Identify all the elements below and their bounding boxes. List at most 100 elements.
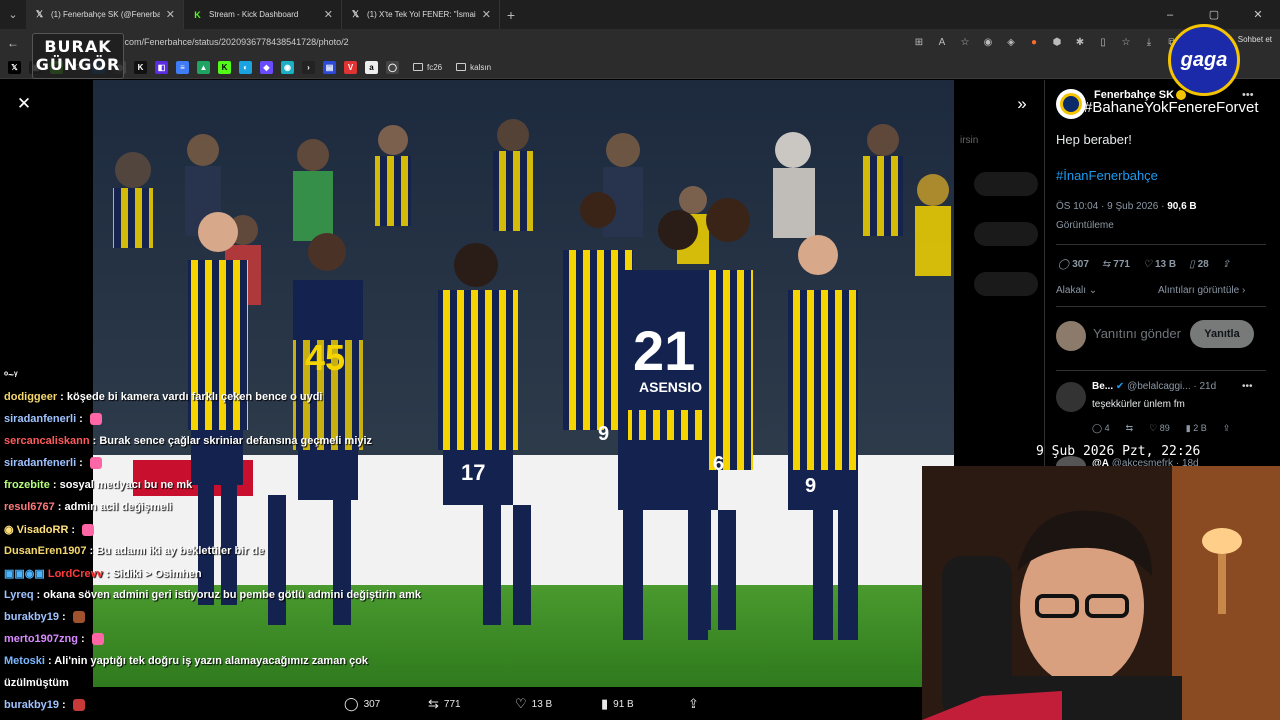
folder-label: fc26 (427, 62, 443, 72)
bookmark-folder-fc26[interactable]: fc26 (413, 63, 442, 72)
tweet-hashtag[interactable]: #İnanFenerbahçe (1056, 168, 1158, 183)
chat-message: burakby19: (4, 699, 85, 712)
jersey-name: ASENSIO (639, 379, 702, 395)
tab-list-chevron-icon[interactable]: ⌄ (0, 0, 26, 29)
bookmark-icon[interactable]: ◉ (281, 60, 294, 74)
separator: · (1190, 381, 1200, 392)
more-options-icon[interactable]: ••• (1242, 381, 1253, 392)
chat-message: burakby19: (4, 611, 85, 624)
x-bookmark-icon[interactable]: 𝕏 (8, 60, 21, 74)
reply-comment-stat[interactable]: ◯ 4 (1092, 423, 1110, 434)
tab-tek-yol-fener[interactable]: 𝕏 (1) X'te Tek Yol FENER: "İsmail Yük ✕ (342, 0, 500, 29)
downloads-icon[interactable]: ⤓ (1142, 36, 1156, 50)
more-options-icon[interactable]: ••• (1242, 89, 1254, 101)
bookmark-icon[interactable]: ◐ (239, 60, 252, 74)
kick-bookmark-icon[interactable]: K (218, 60, 231, 74)
chat-text: Bu adamı iki ay beklettiler bir de (96, 545, 265, 557)
new-tab-button[interactable]: + (500, 7, 522, 23)
close-media-button[interactable]: ✕ (12, 92, 36, 116)
chevron-right-icon: › (1239, 285, 1246, 296)
chat-message: dodiggeer: köşede bi kamera vardı farklı… (4, 391, 323, 403)
chat-username: siradanfenerli (4, 413, 77, 425)
extension-icon[interactable]: ◉ (981, 36, 995, 50)
view-quotes-link[interactable]: Alıntıları görüntüle › (1158, 285, 1245, 296)
bookmark-icon[interactable]: › (302, 60, 315, 74)
chat-text: admin acil değişmeli (64, 501, 173, 513)
share-stat[interactable]: ⇪ (1222, 259, 1230, 270)
reply-stat[interactable]: ◯ 307 (1058, 259, 1089, 270)
emote-icon (72, 699, 85, 712)
reply-input[interactable]: Yanıtını gönder (1093, 326, 1183, 342)
close-window-icon[interactable]: ✕ (1236, 0, 1280, 29)
background-follow-pill (974, 222, 1038, 246)
share-action[interactable]: ⇪ (688, 696, 699, 712)
bookmark-icon[interactable]: ◯ (386, 60, 399, 74)
chat-username: dodiggeer (4, 391, 58, 403)
bookmark-count: 28 (1197, 259, 1209, 270)
amazon-icon[interactable]: a (365, 60, 378, 74)
bookmark-icon[interactable]: ◆ (260, 60, 273, 74)
fenerbahce-crest-icon (1060, 93, 1082, 115)
repost-stat[interactable]: ⇆ 771 (1102, 259, 1130, 270)
bookmark-icon[interactable]: ▤ (323, 60, 336, 74)
author-handle[interactable]: #BahaneYokFenereForvet (1084, 99, 1259, 116)
tweet-time[interactable]: ÖS 10:04 · 9 Şub 2026 · (1056, 201, 1167, 212)
copilot-chat-button[interactable]: Sohbet et (1238, 35, 1272, 44)
reply-button[interactable]: Yanıtla (1190, 320, 1254, 348)
reply-action[interactable]: ◯ 307 (344, 696, 380, 712)
extension-icon[interactable]: ⬢ (1050, 36, 1064, 50)
views-action[interactable]: ▮ 91 B (601, 696, 634, 712)
share-icon[interactable]: ⇪ (1223, 423, 1231, 434)
bookmark-folder-kalsin[interactable]: kalsın (456, 63, 491, 72)
repost-icon: ⇆ (428, 696, 439, 711)
favorites-icon[interactable]: ☆ (1119, 36, 1133, 50)
background-ghost-text: irsin (960, 135, 979, 146)
reply-author[interactable]: Be... ✔ @belalcaggi... · 21d (1092, 381, 1216, 392)
chat-username: ᵒ~ᵞ (4, 370, 18, 381)
chat-message: ◉ VisadoRR: (4, 523, 95, 537)
reply-like-stat[interactable]: ♡ 89 (1149, 423, 1170, 434)
chat-text: sosyal medyacı bu ne mk (59, 479, 193, 491)
split-view-icon[interactable]: ▯ (1096, 36, 1110, 50)
close-icon[interactable]: ✕ (166, 8, 175, 21)
minimize-icon[interactable]: – (1148, 0, 1192, 29)
reply-views-stat[interactable]: ▮ 2 B (1186, 423, 1207, 434)
close-icon[interactable]: ✕ (482, 8, 491, 21)
avatar[interactable] (1056, 89, 1086, 119)
kick-icon: K (194, 9, 201, 20)
tab-kick-dashboard[interactable]: K Stream - Kick Dashboard ✕ (184, 0, 342, 29)
tweet-meta: ÖS 10:04 · 9 Şub 2026 · 90,6 B (1056, 201, 1197, 212)
bookmark-icon[interactable]: ◧ (155, 60, 168, 74)
jersey-number: 45 (305, 337, 345, 378)
repost-action[interactable]: ⇆ 771 (428, 696, 461, 712)
chat-username: merto1907zng (4, 633, 78, 645)
sort-relevant-dropdown[interactable]: Alakalı ⌄ (1056, 285, 1097, 296)
tab-fenerbahce[interactable]: 𝕏 (1) Fenerbahçe SK (@Fenerbahçe) ✕ (26, 0, 184, 29)
extension-icon[interactable]: ◈ (1004, 36, 1018, 50)
read-aloud-icon[interactable]: A (935, 36, 949, 50)
bookmark-icon[interactable]: K (134, 60, 147, 74)
toggle-sidebar-button[interactable]: » (1010, 92, 1034, 116)
chat-message: ᵒ~ᵞ (4, 370, 21, 381)
extensions-puzzle-icon[interactable]: ✱ (1073, 36, 1087, 50)
extension-icon[interactable]: ● (1027, 36, 1041, 50)
like-action[interactable]: ♡ 13 B (515, 696, 552, 712)
chat-username: frozebite (4, 479, 50, 491)
favorite-star-icon[interactable]: ☆ (958, 36, 972, 50)
url-field[interactable]: .com/Fenerbahce/status/20209367784385417… (122, 33, 962, 52)
reply-repost-stat[interactable]: ⇆ (1126, 423, 1134, 434)
reply-stats: ◯ 4 ⇆ ♡ 89 ▮ 2 B ⇪ (1092, 423, 1230, 434)
docs-icon[interactable]: ≡ (176, 60, 189, 74)
bookmark-stat[interactable]: ▯ 28 (1189, 259, 1209, 270)
back-icon[interactable]: ← (0, 36, 26, 50)
webcam-overlay (922, 466, 1280, 720)
drive-icon[interactable]: ▲ (197, 60, 210, 74)
shorts-number: 9 (598, 423, 609, 445)
my-avatar (1056, 321, 1086, 351)
bookmark-icon[interactable]: V (344, 60, 357, 74)
chat-username: Metoski (4, 655, 45, 667)
like-stat[interactable]: ♡ 13 B (1143, 259, 1176, 270)
reply-avatar[interactable] (1056, 382, 1086, 412)
close-icon[interactable]: ✕ (324, 8, 333, 21)
split-screen-icon[interactable]: ⊞ (912, 36, 926, 50)
